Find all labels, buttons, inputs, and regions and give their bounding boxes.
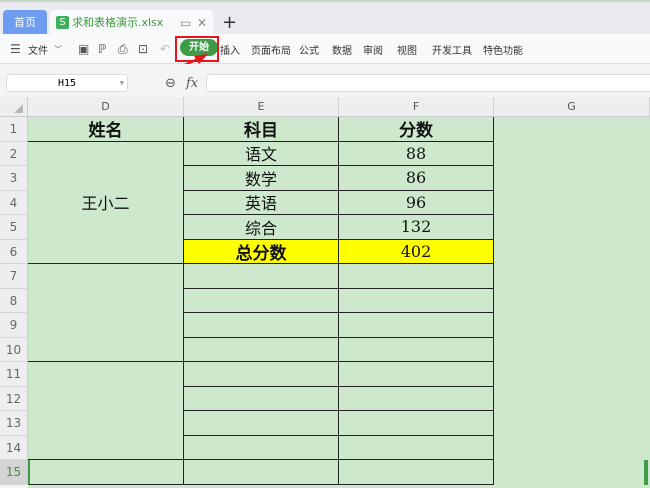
row-header-14[interactable]: 14	[0, 435, 28, 460]
student-name-cell[interactable]: 王小二	[28, 141, 184, 264]
selected-row-cell[interactable]	[28, 460, 184, 485]
ribbon: ☰ 文件 ﹀ ▣ ℙ ⎙ ⊡ ↶ ↷ ▿ 开始 插入 页面布局 公式 数据 审阅…	[0, 34, 650, 64]
format-painter-icon[interactable]: ℙ	[98, 42, 106, 56]
merged-empty-cell[interactable]	[28, 264, 184, 362]
chevron-down-icon[interactable]: ﹀	[54, 44, 62, 55]
tab-home[interactable]: 首页	[3, 10, 47, 36]
empty-cell[interactable]	[184, 411, 339, 436]
empty-cell[interactable]	[339, 460, 494, 485]
tab-file[interactable]: S 求和表格演示.xlsx ▭ ✕	[50, 10, 213, 36]
empty-cell[interactable]	[339, 386, 494, 411]
pin-icon[interactable]: ▭	[180, 10, 191, 36]
row-header-9[interactable]: 9	[0, 313, 28, 338]
score-cell[interactable]: 88	[339, 141, 494, 166]
empty-cell[interactable]	[339, 288, 494, 313]
row-header-5[interactable]: 5	[0, 215, 28, 240]
empty-cell[interactable]	[184, 386, 339, 411]
column-header-D[interactable]: D	[28, 97, 184, 117]
empty-cell[interactable]	[339, 313, 494, 338]
tab-formulas[interactable]: 公式	[299, 42, 319, 57]
header-score[interactable]: 分数	[339, 117, 494, 142]
empty-cell[interactable]	[184, 313, 339, 338]
total-label-cell[interactable]: 总分数	[184, 239, 339, 264]
cell-grid[interactable]: 姓名 科目 分数王小二 语文 88 数学 86 英语 96 综合 132 总分数 402	[28, 117, 650, 488]
save-icon[interactable]: ▣	[78, 42, 89, 56]
total-value-cell[interactable]: 402	[339, 239, 494, 264]
empty-cell[interactable]	[184, 337, 339, 362]
column-header-E[interactable]: E	[184, 97, 339, 117]
column-header-F[interactable]: F	[339, 97, 494, 117]
print-preview-icon[interactable]: ⊡	[138, 42, 148, 56]
header-name[interactable]: 姓名	[28, 117, 184, 142]
new-tab-button[interactable]: +	[222, 10, 237, 36]
empty-cell[interactable]	[184, 288, 339, 313]
tab-view[interactable]: 视图	[397, 42, 417, 57]
row-header-13[interactable]: 13	[0, 411, 28, 436]
row-header-4[interactable]: 4	[0, 190, 28, 215]
subject-cell[interactable]: 综合	[184, 215, 339, 240]
column-header-G[interactable]: G	[494, 97, 650, 117]
empty-cell[interactable]	[184, 362, 339, 387]
row-header-10[interactable]: 10	[0, 337, 28, 362]
row-header-8[interactable]: 8	[0, 288, 28, 313]
print-icon[interactable]: ⎙	[118, 42, 128, 57]
score-cell[interactable]: 132	[339, 215, 494, 240]
row-header-15[interactable]: 15	[0, 460, 28, 485]
tab-file-label: 求和表格演示.xlsx	[72, 16, 164, 29]
tab-page-layout[interactable]: 页面布局	[251, 42, 291, 57]
fx-icon[interactable]: fx	[186, 76, 198, 91]
tab-developer[interactable]: 开发工具	[432, 42, 472, 57]
menu-icon[interactable]: ☰	[10, 42, 21, 56]
empty-cell[interactable]	[184, 460, 339, 485]
tab-data[interactable]: 数据	[332, 42, 352, 57]
tab-special[interactable]: 特色功能	[483, 42, 523, 57]
empty-cell[interactable]	[339, 435, 494, 460]
zoom-icon[interactable]: ⊖	[165, 76, 176, 91]
empty-cell[interactable]	[184, 435, 339, 460]
row-header-11[interactable]: 11	[0, 362, 28, 387]
merged-empty-cell[interactable]	[28, 362, 184, 460]
dropdown-icon[interactable]: ▼	[120, 75, 124, 92]
name-box[interactable]: H15 ▼	[6, 74, 128, 92]
header-subject[interactable]: 科目	[184, 117, 339, 142]
tab-review[interactable]: 审阅	[363, 42, 383, 57]
formula-bar: H15 ▼ ⊖ fx	[0, 64, 650, 97]
empty-cell[interactable]	[339, 362, 494, 387]
score-cell[interactable]: 96	[339, 190, 494, 215]
select-all-button[interactable]	[0, 97, 28, 117]
empty-cell[interactable]	[339, 411, 494, 436]
row-header-2[interactable]: 2	[0, 141, 28, 166]
row-header-6[interactable]: 6	[0, 239, 28, 264]
file-menu[interactable]: 文件	[28, 42, 48, 57]
row-header-1[interactable]: 1	[0, 117, 28, 142]
row-header-3[interactable]: 3	[0, 166, 28, 191]
tab-insert[interactable]: 插入	[220, 42, 240, 57]
tab-bar: 首页 S 求和表格演示.xlsx ▭ ✕ +	[0, 0, 650, 36]
row-header-7[interactable]: 7	[0, 264, 28, 289]
score-cell[interactable]: 86	[339, 166, 494, 191]
subject-cell[interactable]: 英语	[184, 190, 339, 215]
selection-edge	[644, 460, 648, 485]
empty-cell[interactable]	[184, 264, 339, 289]
formula-input[interactable]	[206, 74, 650, 92]
subject-cell[interactable]: 数学	[184, 166, 339, 191]
spreadsheet-icon: S	[56, 16, 69, 29]
row-header-12[interactable]: 12	[0, 386, 28, 411]
name-box-value: H15	[57, 78, 77, 89]
subject-cell[interactable]: 语文	[184, 141, 339, 166]
close-icon[interactable]: ✕	[197, 10, 207, 36]
empty-cell[interactable]	[339, 264, 494, 289]
empty-cell[interactable]	[339, 337, 494, 362]
